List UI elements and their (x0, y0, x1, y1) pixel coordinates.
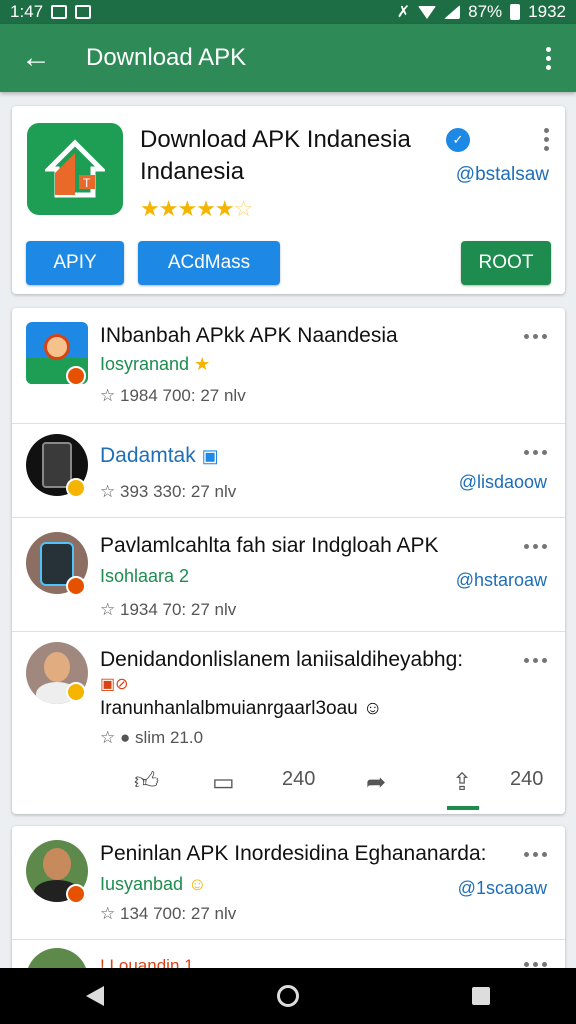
item-menu-icon[interactable] (524, 450, 547, 455)
star-outline-icon: ☆ (100, 482, 116, 501)
item-menu-icon[interactable] (524, 544, 547, 549)
item-menu-icon[interactable] (524, 658, 547, 663)
coin-icon: ● (119, 728, 131, 747)
nav-home-icon[interactable] (276, 985, 299, 1007)
item-menu-icon[interactable] (524, 334, 547, 339)
item-meta: ☆ 1934 70: 27 nlv (100, 600, 237, 619)
tag-icon: ▣⊘ (100, 676, 129, 693)
status-badge (66, 366, 86, 386)
status-badge (66, 478, 86, 498)
item-meta: ☆ 393 330: 27 nlv (100, 482, 237, 501)
page-title: Download APK (86, 44, 247, 71)
svg-text:T: T (83, 176, 91, 190)
star-outline-icon: ☆ (100, 904, 116, 923)
access-button[interactable]: ACdMass (138, 241, 280, 285)
upload-icon[interactable]: ⇪ (452, 768, 472, 797)
rating-stars: ★★★★★☆ (140, 196, 253, 221)
item-handle[interactable]: @hstaroaw (456, 570, 547, 591)
star-outline-icon: ☆ (100, 728, 116, 747)
item-handle[interactable]: @lisdaoow (459, 472, 547, 493)
item-menu-icon[interactable] (524, 962, 547, 967)
list-item[interactable]: Pavlamlcahlta fah siar Indgloah APK Isoh… (12, 518, 565, 632)
status-badge (66, 576, 86, 596)
comment-count: 240 (282, 768, 316, 790)
verified-icon: ✓ (446, 128, 470, 152)
nav-recents-icon[interactable] (471, 987, 490, 1005)
share-icon[interactable]: ➦ (366, 768, 386, 797)
star-outline-icon: ☆ (100, 386, 116, 405)
status-badge (66, 682, 86, 702)
item-title: Peninlan APK Inordesidina Eghananarda: (100, 842, 487, 865)
app-name: Download APK Indanesia Indanesia (140, 126, 411, 185)
item-subtitle: Isohlaara 2 (100, 566, 190, 586)
item-title: INbanbah APkk APK Naandesia (100, 324, 398, 347)
item-meta: ☆ ● slim 21.0 (100, 728, 204, 747)
item-title: Pavlamlcahlta fah siar Indgloah APK (100, 534, 439, 557)
item-body: Iranunhanlalbmuianrgaarl3oau ☺ (100, 698, 383, 719)
app-notification-icon (75, 5, 92, 19)
battery-icon (510, 4, 521, 20)
wifi-icon (418, 5, 437, 19)
list-item[interactable]: ! Louandin 1 (12, 940, 565, 968)
list-item[interactable]: Dadamtak ▣ ☆ 393 330: 27 nlv @lisdaoow (12, 424, 565, 518)
clipboard-icon: ▣ (201, 446, 219, 466)
status-clock: 1932 (528, 2, 566, 21)
card-menu-icon[interactable] (544, 128, 549, 151)
avatar (26, 948, 88, 968)
item-meta: ! Louandin 1 (100, 956, 194, 968)
item-subtitle: Iosyranand ★ (100, 354, 211, 374)
emoji-icon: ☺ (188, 874, 207, 894)
signal-icon (444, 5, 461, 19)
share-count: 240 (510, 768, 544, 790)
emoji-icon: ☺ (363, 698, 383, 719)
status-badge (66, 884, 86, 904)
back-arrow-icon[interactable]: ← (0, 24, 72, 92)
star-icon: ★ (194, 354, 211, 374)
root-button[interactable]: ROOT (461, 241, 551, 285)
action-bar: 👍︎ ▭ 240 ➦ ⇪ 240 (12, 756, 565, 810)
battery-text: 87% (468, 2, 503, 21)
app-bar: ← Download APK (0, 24, 576, 92)
app-header-card: T Download APK Indanesia Indanesia ✓ @bs… (12, 106, 565, 294)
item-meta: ☆ 1984 700: 27 nlv (100, 386, 246, 405)
no-sim-icon: ✗ (396, 4, 411, 21)
item-title: Dadamtak ▣ (100, 444, 219, 467)
star-outline-icon: ☆ (100, 600, 116, 619)
active-indicator (447, 806, 479, 810)
gallery-notification-icon (51, 5, 68, 19)
system-nav-bar (0, 968, 576, 1024)
content-scroll[interactable]: T Download APK Indanesia Indanesia ✓ @bs… (0, 92, 576, 968)
list-item[interactable]: Peninlan APK Inordesidina Eghananarda: I… (12, 826, 565, 940)
developer-handle[interactable]: @bstalsaw (456, 164, 549, 186)
item-meta: ☆ 134 700: 27 nlv (100, 904, 237, 923)
comment-icon[interactable]: ▭ (212, 768, 235, 797)
like-icon[interactable]: 👍︎ (134, 768, 159, 796)
status-time: 1:47 (10, 2, 44, 21)
second-list-card: Peninlan APK Inordesidina Eghananarda: I… (12, 826, 565, 968)
nav-back-icon[interactable] (86, 986, 105, 1006)
apply-button[interactable]: APIY (26, 241, 124, 285)
list-item[interactable]: INbanbah APkk APK Naandesia Iosyranand ★… (12, 308, 565, 424)
more-vert-icon[interactable] (520, 24, 576, 92)
status-bar: 1:47 ✗ 87% 1932 (0, 0, 576, 24)
app-logo-icon: T (27, 123, 123, 215)
item-subtitle: Iusyanbad ☺ (100, 874, 207, 894)
item-handle[interactable]: @1scaoaw (458, 878, 547, 899)
item-title: Denidandonlislanem laniisaldiheyabhg: (100, 648, 464, 671)
comment-list-card: INbanbah APkk APK Naandesia Iosyranand ★… (12, 308, 565, 814)
item-menu-icon[interactable] (524, 852, 547, 857)
